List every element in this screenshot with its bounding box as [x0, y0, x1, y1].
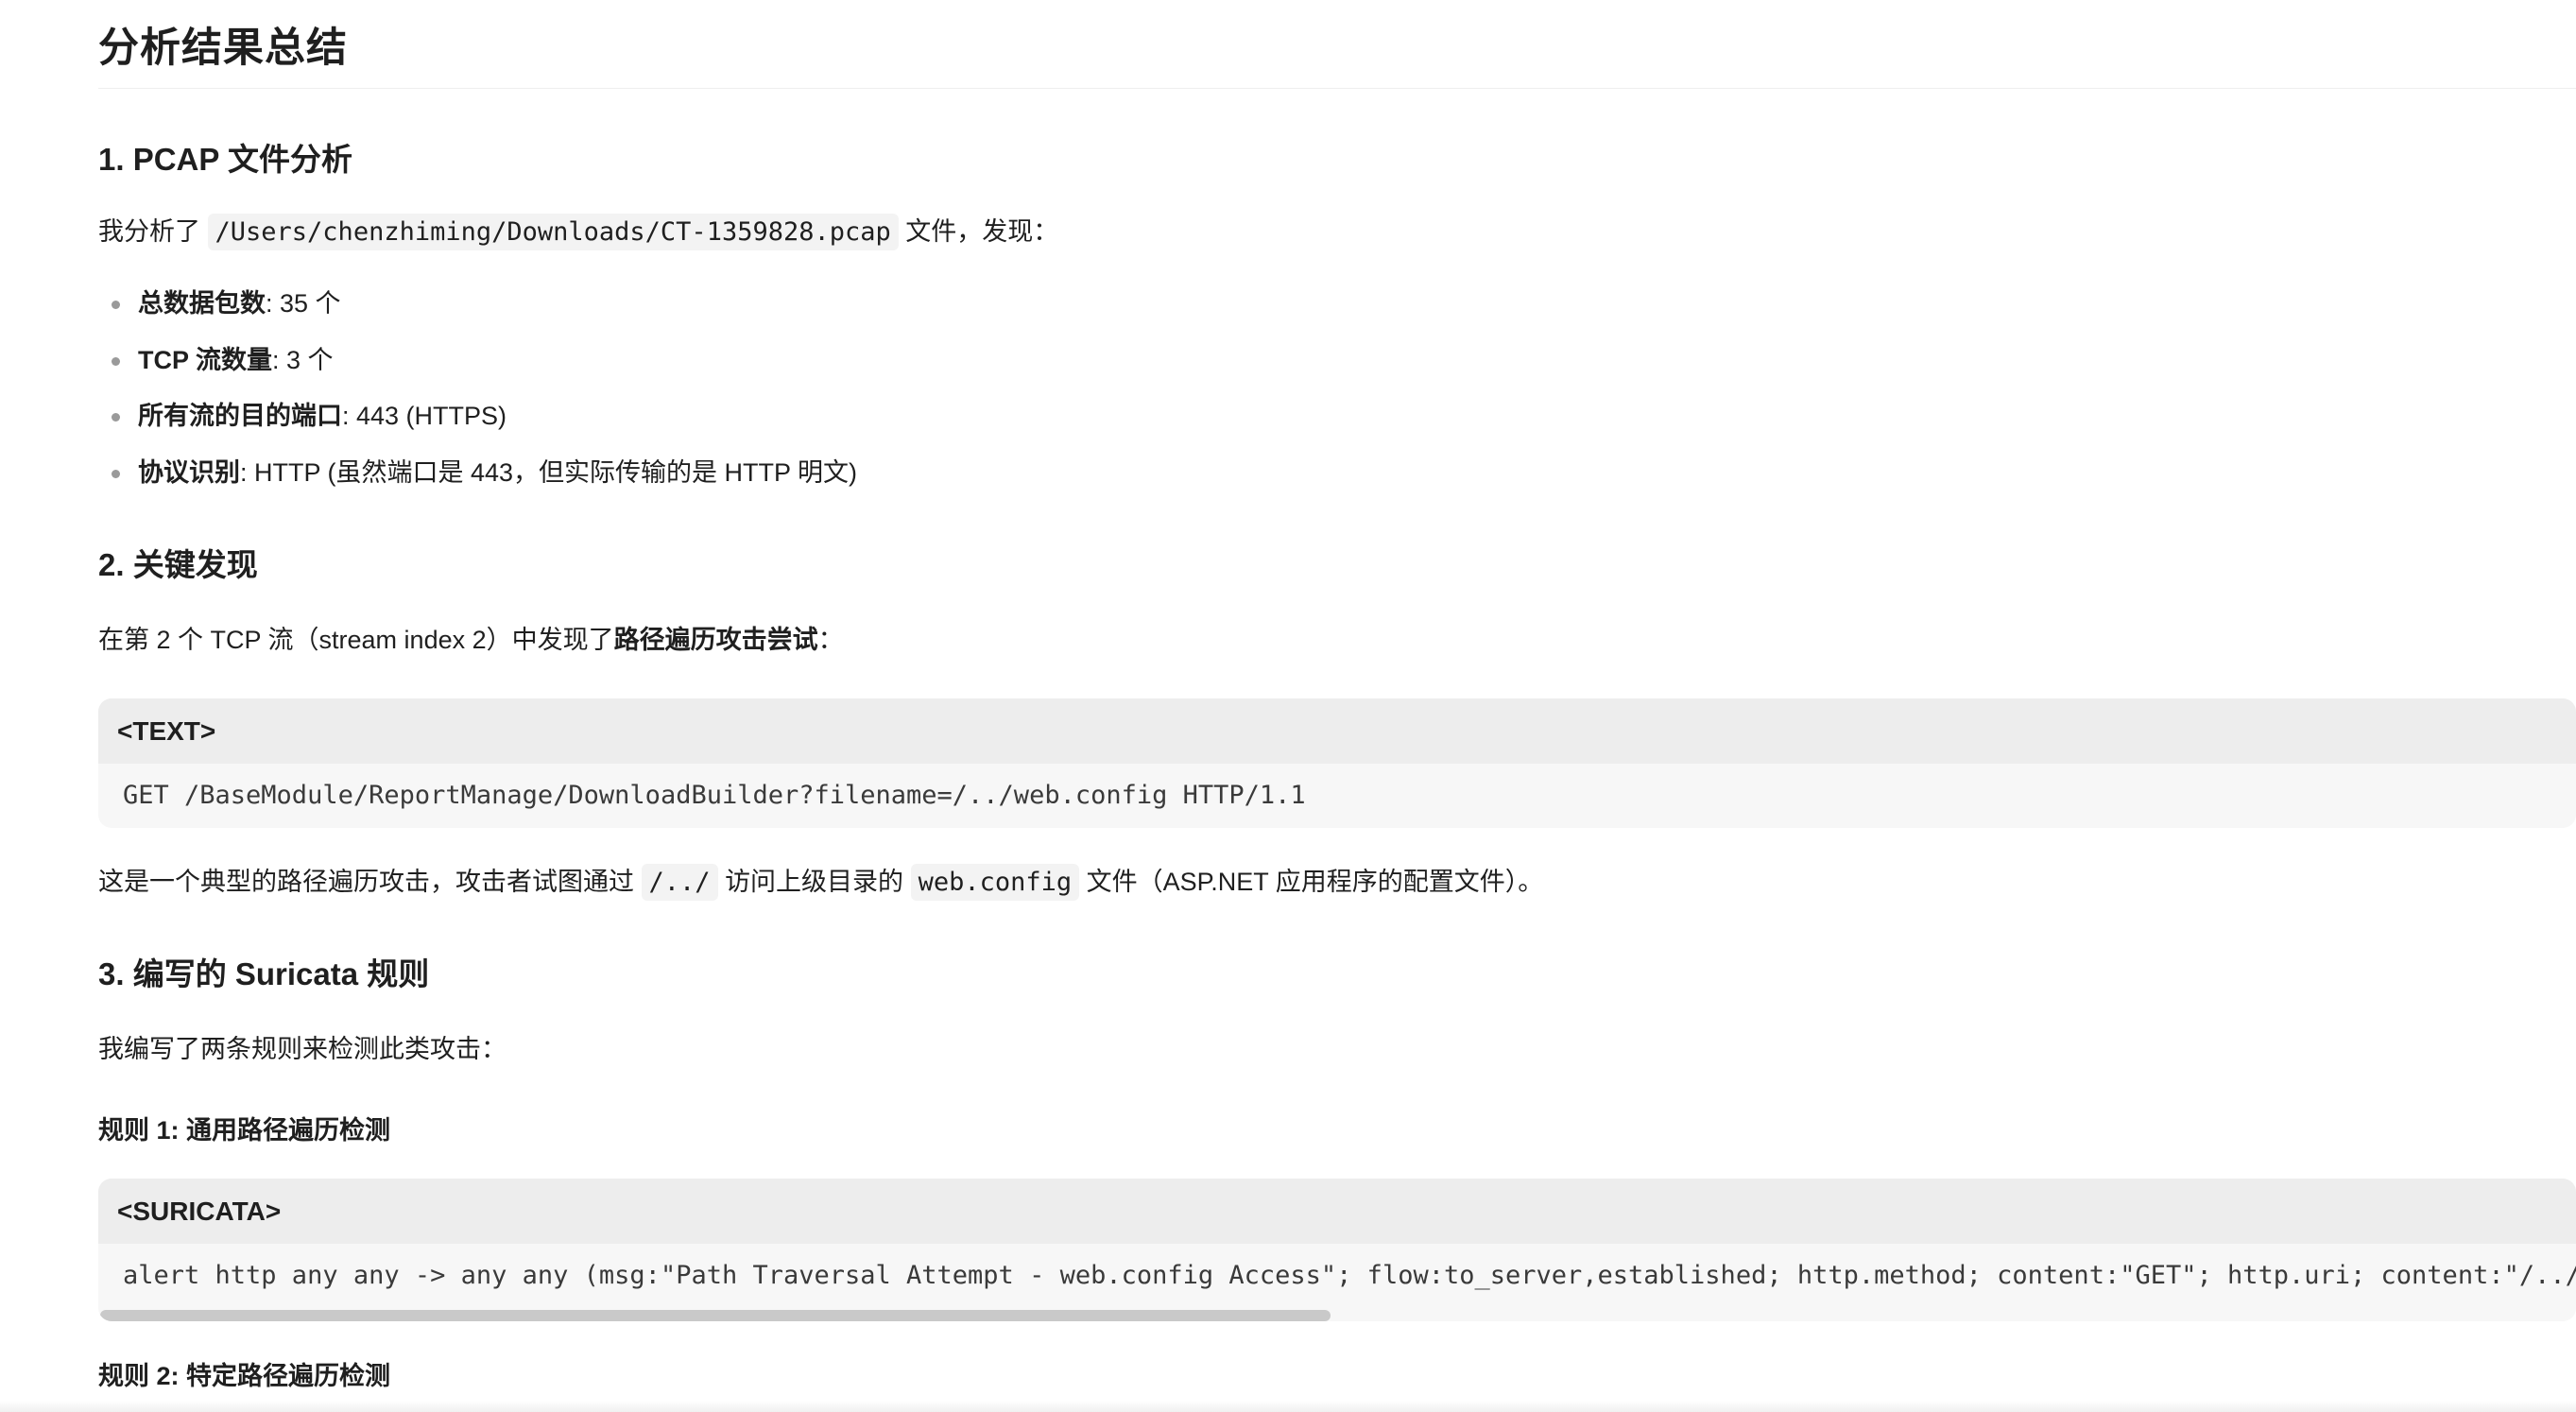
code-content[interactable]: GET /BaseModule/ReportManage/DownloadBui… — [98, 764, 2576, 828]
scrollbar-thumb[interactable] — [100, 1310, 1331, 1321]
bullet-dot-icon — [112, 301, 120, 309]
list-item-label: 协议识别 — [138, 457, 240, 487]
page-title: 分析结果总结 — [98, 0, 2576, 89]
page-fold-shadow — [0, 1401, 2576, 1412]
list-item: 协议识别: HTTP (虽然端口是 443，但实际传输的是 HTTP 明文) — [98, 457, 858, 517]
findings-intro-suffix: ： — [817, 626, 844, 654]
explain-text-b: 访问上级目录的 — [725, 868, 904, 896]
list-item-value: : 3 个 — [272, 345, 334, 374]
list-item-value: : 35 个 — [266, 289, 341, 318]
inline-code-webconfig: web.config — [910, 864, 1080, 901]
pcap-intro-prefix: 我分析了 — [98, 217, 200, 246]
list-item-value: : HTTP (虽然端口是 443，但实际传输的是 HTTP 明文) — [240, 457, 858, 487]
bullet-dot-icon — [112, 413, 120, 422]
pcap-intro: 我分析了 /Users/chenzhiming/Downloads/CT-135… — [98, 214, 1059, 250]
section-heading-pcap: 1. PCAP 文件分析 — [98, 142, 352, 177]
findings-intro-prefix: 在第 2 个 TCP 流（stream index 2）中发现了 — [98, 626, 614, 654]
explain-text-a: 这是一个典型的路径遍历攻击，攻击者试图通过 — [98, 868, 634, 896]
list-item: 总数据包数: 35 个 — [98, 291, 857, 348]
list-item-label: TCP 流数量 — [138, 345, 273, 374]
code-language-label: <TEXT> — [98, 698, 2576, 764]
explain-text-c: 文件（ASP.NET 应用程序的配置文件）。 — [1086, 868, 1544, 896]
pcap-file-path: /Users/chenzhiming/Downloads/CT-1359828.… — [207, 214, 899, 250]
list-item: TCP 流数量: 3 个 — [98, 345, 857, 405]
suricata-intro: 我编写了两条规则来检测此类攻击： — [98, 1035, 507, 1063]
pcap-intro-suffix: 文件，发现： — [905, 217, 1059, 246]
list-item-label: 总数据包数 — [138, 289, 266, 318]
list-item: 所有流的目的端口: 443 (HTTPS) — [98, 404, 857, 460]
code-content[interactable]: alert http any any -> any any (msg:"Path… — [98, 1244, 2576, 1308]
findings-explanation: 这是一个典型的路径遍历攻击，攻击者试图通过 /../ 访问上级目录的 web.c… — [98, 864, 1544, 901]
findings-intro: 在第 2 个 TCP 流（stream index 2）中发现了路径遍历攻击尝试… — [98, 628, 844, 653]
rule1-title: 规则 1: 通用路径遍历检测 — [98, 1116, 391, 1145]
viewport: 分析结果总结 1. PCAP 文件分析 我分析了 /Users/chenzhim… — [0, 0, 2576, 1412]
document-content: 分析结果总结 1. PCAP 文件分析 我分析了 /Users/chenzhim… — [98, 0, 2576, 1389]
list-item-label: 所有流的目的端口 — [138, 402, 342, 430]
section-heading-findings: 2. 关键发现 — [98, 547, 258, 582]
list-item-value: : 443 (HTTPS) — [342, 402, 507, 430]
rule1-code-block: <SURICATA> alert http any any -> any any… — [98, 1179, 2576, 1321]
code-language-label: <SURICATA> — [98, 1179, 2576, 1244]
rule2-title: 规则 2: 特定路径遍历检测 — [98, 1362, 391, 1390]
horizontal-scrollbar[interactable] — [98, 1308, 2576, 1321]
bullet-dot-icon — [112, 356, 120, 366]
pcap-findings-list: 总数据包数: 35 个 TCP 流数量: 3 个 所有流的目的端口: 443 (… — [98, 291, 857, 516]
bullet-dot-icon — [112, 469, 120, 478]
findings-intro-bold: 路径遍历攻击尝试 — [613, 626, 818, 654]
section-heading-suricata: 3. 编写的 Suricata 规则 — [98, 956, 430, 991]
inline-code-traversal: /../ — [641, 864, 718, 901]
request-code-block: <TEXT> GET /BaseModule/ReportManage/Down… — [98, 698, 2576, 828]
